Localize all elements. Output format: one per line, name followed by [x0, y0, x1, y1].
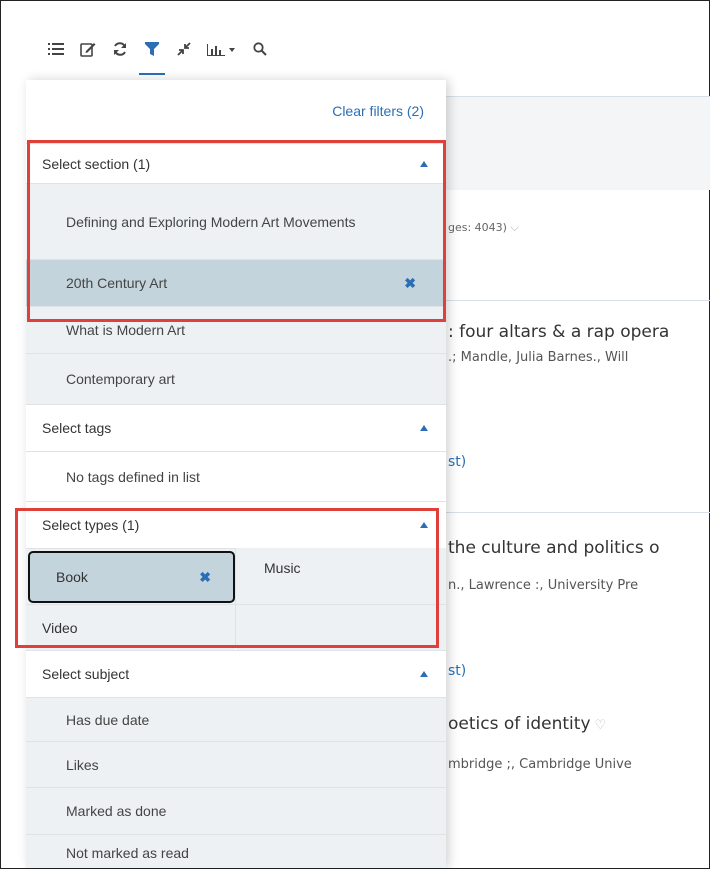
select-subject-header[interactable]: Select subject: [26, 650, 446, 697]
search-icon[interactable]: [244, 32, 276, 66]
section-option-label: Contemporary art: [66, 371, 175, 387]
collapse-caret-icon[interactable]: [420, 522, 428, 528]
tags-empty-label: No tags defined in list: [66, 468, 200, 485]
select-tags-header[interactable]: Select tags: [26, 404, 446, 451]
result-title[interactable]: the culture and politics o: [448, 538, 660, 558]
subject-option-label: Has due date: [66, 711, 150, 728]
filter-panel: Clear filters (2) Select section (1) Def…: [26, 80, 446, 868]
remove-icon[interactable]: ✖: [199, 569, 211, 586]
subject-option[interactable]: Not marked as read: [26, 834, 446, 868]
select-types-header[interactable]: Select types (1): [26, 501, 446, 548]
subject-option-label: Not marked as read: [66, 845, 189, 861]
subject-option-label: Marked as done: [66, 803, 167, 819]
section-option-label: Defining and Exploring Modern Art Moveme…: [66, 213, 356, 230]
type-option-label: Book: [56, 569, 88, 585]
result-title[interactable]: oetics of identity ♡: [448, 714, 606, 734]
result-author: n., Lawrence :, University Pre: [448, 578, 639, 593]
section-option[interactable]: What is Modern Art: [26, 306, 446, 353]
select-tags-label: Select tags: [42, 420, 112, 436]
select-section-header[interactable]: Select section (1): [26, 143, 446, 183]
type-option-label: Music: [264, 560, 301, 576]
type-option-label: Video: [42, 619, 78, 636]
list-view-icon[interactable]: [40, 32, 72, 66]
result-link[interactable]: st): [448, 663, 466, 679]
result-author: .; Mandle, Julia Barnes., Will: [448, 350, 629, 365]
collapse-caret-icon[interactable]: [420, 671, 428, 677]
subject-option-label: Likes: [66, 756, 99, 773]
like-icon[interactable]: ♡: [595, 718, 607, 733]
filter-icon[interactable]: [136, 32, 168, 75]
section-option-label: What is Modern Art: [66, 322, 186, 338]
collapse-icon[interactable]: [168, 32, 200, 66]
type-option[interactable]: Music: [236, 548, 446, 604]
section-option-selected[interactable]: 20th Century Art ✖: [26, 259, 446, 306]
edit-icon[interactable]: [72, 32, 104, 66]
tags-empty-message: No tags defined in list: [26, 451, 446, 501]
results-pages-count: ges: 4043) ⌵: [448, 221, 519, 234]
result-link[interactable]: st): [448, 454, 466, 470]
collapse-caret-icon[interactable]: [420, 160, 428, 167]
results-header-band: [446, 97, 710, 190]
result-divider: [446, 300, 710, 301]
clear-filters-link[interactable]: Clear filters (2): [332, 103, 424, 119]
subject-option[interactable]: Has due date: [26, 697, 446, 741]
result-author: mbridge ;, Cambridge Unive: [448, 757, 632, 772]
chart-icon[interactable]: [200, 32, 244, 66]
type-option-empty: [236, 604, 446, 650]
section-option-label: 20th Century Art: [66, 275, 168, 291]
refresh-icon[interactable]: [104, 32, 136, 66]
select-subject-label: Select subject: [42, 666, 130, 682]
remove-icon[interactable]: ✖: [404, 275, 416, 292]
type-option[interactable]: Video: [26, 604, 235, 650]
section-option[interactable]: Contemporary art: [26, 353, 446, 404]
result-title[interactable]: : four altars & a rap opera: [448, 322, 669, 342]
section-option[interactable]: Defining and Exploring Modern Art Moveme…: [26, 183, 446, 259]
toolbar: [40, 32, 276, 75]
subject-option[interactable]: Marked as done: [26, 787, 446, 834]
subject-option[interactable]: Likes: [26, 741, 446, 787]
collapse-caret-icon[interactable]: [420, 425, 428, 431]
select-types-label: Select types (1): [42, 517, 140, 533]
type-option-selected[interactable]: Book ✖: [28, 551, 235, 603]
select-section-label: Select section (1): [42, 155, 151, 172]
result-divider: [446, 512, 710, 513]
